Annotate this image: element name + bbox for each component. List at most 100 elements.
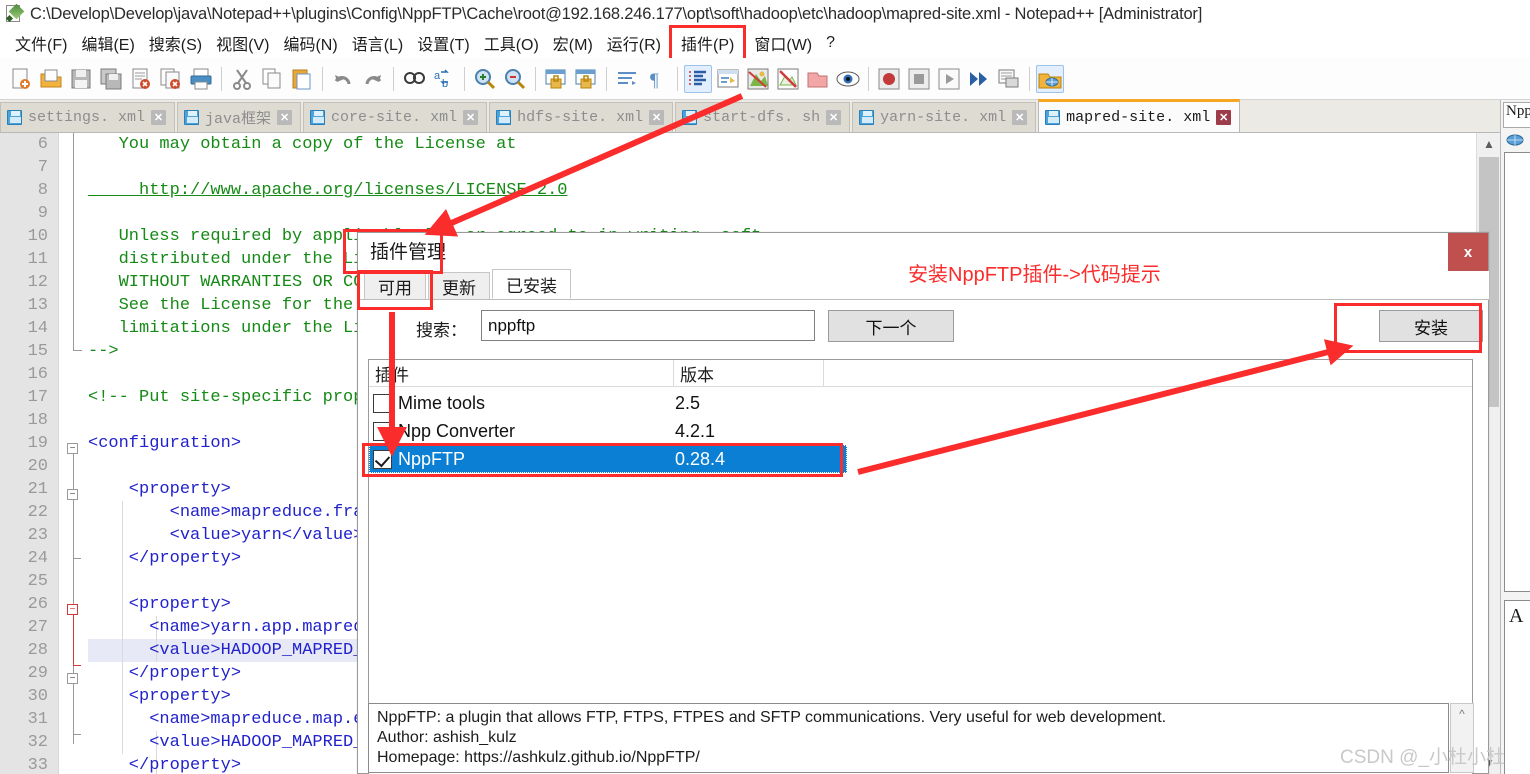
close-icon[interactable]: ✕ (1012, 110, 1028, 125)
menu-tools[interactable]: 工具(O) (477, 29, 546, 57)
line-number: 16 (27, 365, 48, 384)
close-icon[interactable]: ✕ (277, 110, 293, 125)
function-list-icon[interactable] (804, 65, 832, 93)
menu-plugins[interactable]: 插件(P) (669, 25, 747, 61)
save-all-icon[interactable] (97, 65, 125, 93)
line-number: 33 (27, 756, 48, 774)
doc-tab-java-framework[interactable]: java框架 ✕ (177, 102, 302, 132)
stop-record-icon[interactable] (905, 65, 933, 93)
print-icon[interactable] (187, 65, 215, 93)
menu-file[interactable]: 文件(F) (8, 29, 74, 57)
undo-icon[interactable] (329, 65, 357, 93)
plugin-manager-icon[interactable] (744, 65, 772, 93)
cut-icon[interactable] (228, 65, 256, 93)
record-macro-icon[interactable] (875, 65, 903, 93)
nppftp-tree-area[interactable] (1504, 152, 1530, 592)
next-button[interactable]: 下一个 (828, 310, 954, 342)
menu-macro[interactable]: 宏(M) (546, 29, 600, 57)
document-map-icon[interactable] (774, 65, 802, 93)
menu-run[interactable]: 运行(R) (600, 29, 668, 57)
code-folding-column[interactable]: − − − − (58, 133, 88, 774)
search-input[interactable] (481, 310, 815, 341)
close-icon[interactable]: ✕ (151, 110, 167, 125)
fold-box-configuration[interactable]: − (67, 443, 78, 454)
save-macro-icon[interactable] (995, 65, 1023, 93)
sync-vertical-scroll-icon[interactable] (542, 65, 570, 93)
table-row[interactable]: NppFTP 0.28.4 (369, 445, 847, 473)
zoom-in-icon[interactable] (471, 65, 499, 93)
menu-edit[interactable]: 编辑(E) (74, 29, 141, 57)
menu-window[interactable]: 窗口(W) (747, 29, 819, 57)
menu-help[interactable]: ? (819, 32, 842, 54)
doc-tab-label: java框架 (205, 111, 272, 128)
fold-box-property-30[interactable]: − (67, 673, 78, 684)
copy-icon[interactable] (258, 65, 286, 93)
fold-box-property-21[interactable]: − (67, 489, 78, 500)
doc-tab-yarn-site-xml[interactable]: yarn-site. xml ✕ (852, 102, 1037, 132)
close-icon[interactable]: ✕ (1216, 109, 1232, 125)
table-row[interactable]: Npp Converter 4.2.1 (369, 417, 1472, 445)
close-all-icon[interactable] (157, 65, 185, 93)
tab-updates[interactable]: 更新 (428, 272, 490, 299)
show-all-chars-icon[interactable]: ¶ (643, 65, 671, 93)
nppftp-panel-tab[interactable]: Npp (1503, 102, 1530, 128)
menu-language[interactable]: 语言(L) (345, 29, 411, 57)
plugin-checkbox[interactable] (373, 449, 392, 469)
menu-search[interactable]: 搜索(S) (142, 29, 209, 57)
close-icon[interactable]: ✕ (463, 110, 479, 125)
line-number: 9 (37, 204, 48, 223)
install-button[interactable]: 安装 (1379, 310, 1483, 342)
folder-as-workspace-icon[interactable] (834, 65, 862, 93)
sync-horizontal-scroll-icon[interactable] (572, 65, 600, 93)
word-wrap-icon[interactable] (613, 65, 641, 93)
tab-available[interactable]: 可用 (364, 272, 426, 299)
ftp-globe-icon[interactable] (1506, 133, 1524, 147)
line-number-gutter: 6 7 8 9 10 11 12 13 14 15 16 17 18 19 20… (0, 133, 58, 774)
description-line: NppFTP: a plugin that allows FTP, FTPS, … (377, 709, 1167, 726)
menu-settings[interactable]: 设置(T) (410, 29, 476, 57)
search-row: 搜索： 下一个 安装 (358, 308, 1490, 353)
nppftp-dock-panel[interactable]: Npp A (1500, 100, 1530, 774)
save-blue-icon (184, 110, 200, 125)
zoom-out-icon[interactable] (501, 65, 529, 93)
paste-icon[interactable] (288, 65, 316, 93)
column-header-version[interactable]: 版本 (674, 360, 824, 387)
close-file-icon[interactable] (127, 65, 155, 93)
fold-box-property-26[interactable]: − (67, 604, 78, 615)
scroll-up-icon[interactable]: ^ (1451, 704, 1473, 724)
find-icon[interactable] (400, 65, 428, 93)
redo-icon[interactable] (359, 65, 387, 93)
doc-tab-core-site-xml[interactable]: core-site. xml ✕ (303, 102, 488, 132)
menu-view[interactable]: 视图(V) (209, 29, 276, 57)
new-file-icon[interactable] (7, 65, 35, 93)
doc-tab-mapred-site-xml[interactable]: mapred-site. xml ✕ (1038, 99, 1241, 132)
replace-icon[interactable]: ab (430, 65, 458, 93)
line-number: 7 (37, 158, 48, 177)
line-number: 12 (27, 273, 48, 292)
scroll-up-icon[interactable]: ▲ (1477, 133, 1501, 155)
run-macro-multiple-icon[interactable] (965, 65, 993, 93)
close-icon[interactable]: ✕ (649, 110, 665, 125)
menu-encoding[interactable]: 编码(N) (276, 29, 344, 57)
open-file-icon[interactable] (37, 65, 65, 93)
close-icon[interactable]: x (1448, 233, 1488, 271)
line-number: 21 (27, 480, 48, 499)
user-define-dialog-icon[interactable] (714, 65, 742, 93)
doc-tab-settings-xml[interactable]: settings. xml ✕ (0, 102, 176, 132)
ftp-icon[interactable] (1036, 64, 1064, 93)
table-row[interactable]: Mime tools 2.5 (369, 389, 1472, 417)
close-icon[interactable]: ✕ (826, 110, 842, 125)
save-icon[interactable] (67, 65, 95, 93)
doc-tab-hdfs-site-xml[interactable]: hdfs-site. xml ✕ (489, 102, 674, 132)
plugin-checkbox[interactable] (373, 393, 392, 413)
code-line: <value>yarn</value> (88, 526, 364, 545)
plugin-checkbox[interactable] (373, 421, 392, 441)
indent-guide-icon[interactable] (684, 64, 712, 93)
tab-installed[interactable]: 已安装 (492, 269, 571, 299)
play-macro-icon[interactable] (935, 65, 963, 93)
column-header-plugin[interactable]: 插件 (369, 360, 674, 387)
toolbar-separator (393, 66, 394, 91)
fold-line-end (73, 350, 82, 351)
doc-tab-start-dfs-sh[interactable]: start-dfs. sh ✕ (675, 102, 851, 132)
plugin-admin-dialog[interactable]: 插件管理 x 可用 更新 已安装 搜索： 下一个 安装 插件 版本 Mime t… (357, 232, 1489, 774)
